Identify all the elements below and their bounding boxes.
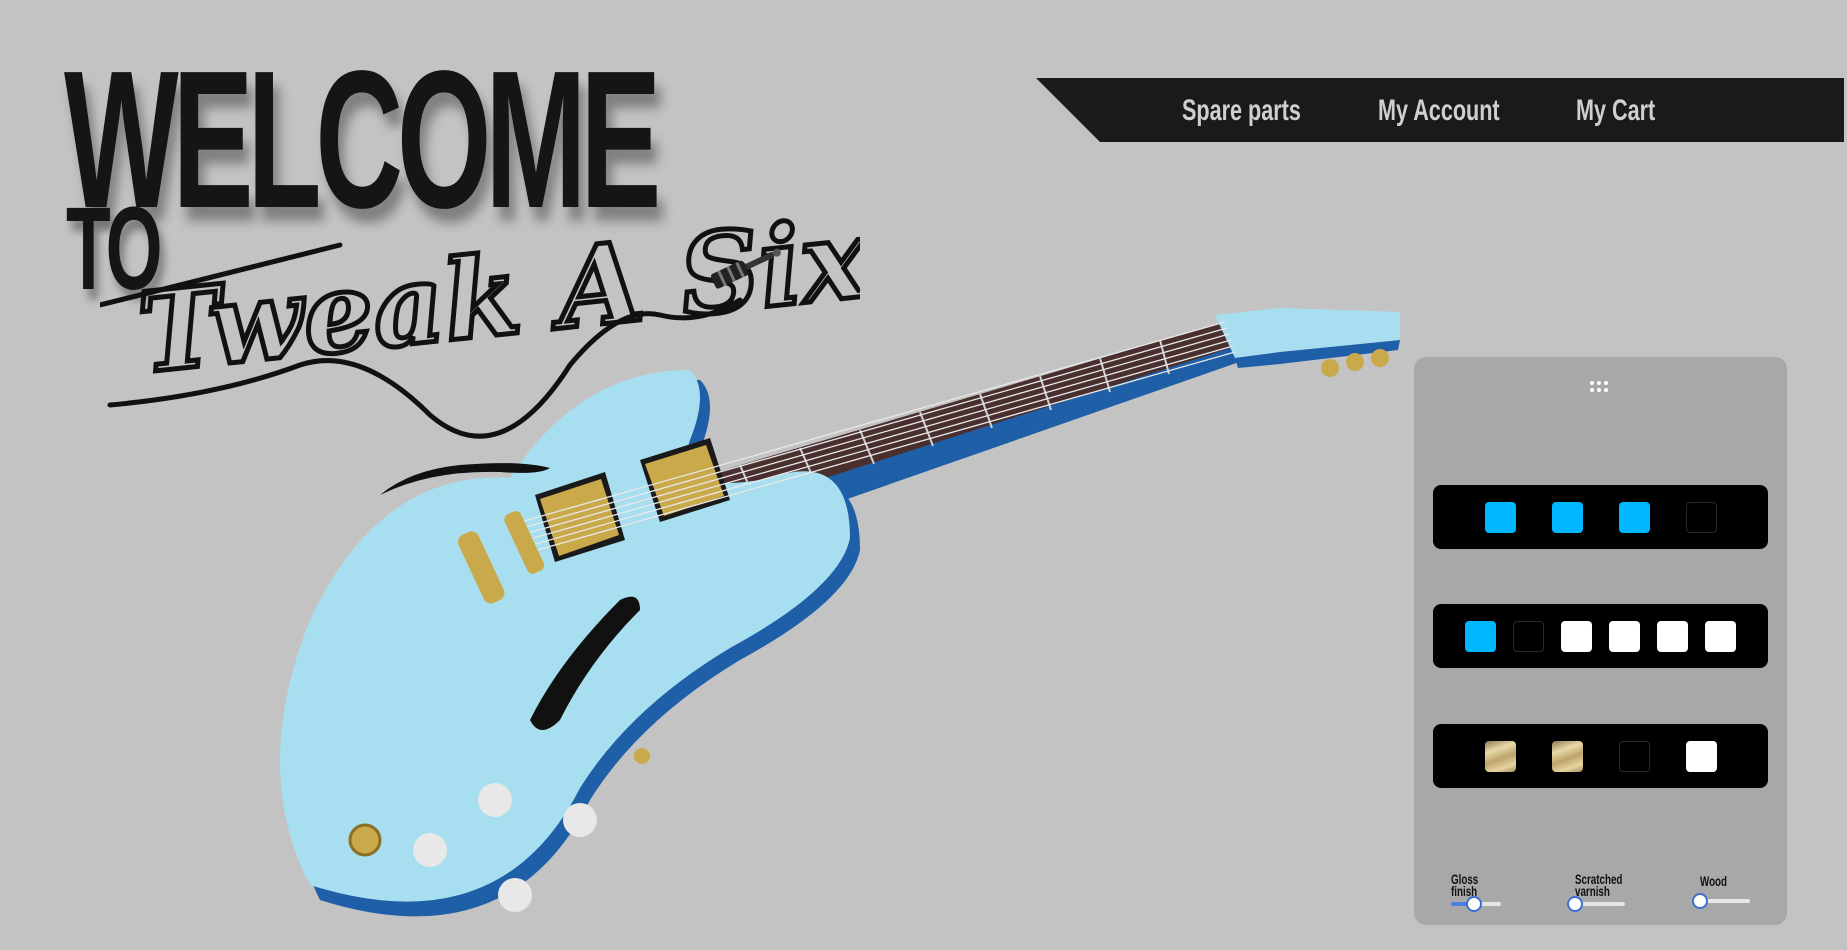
wood-thumb[interactable] [1692,893,1708,909]
scratched-varnish-thumb[interactable] [1567,896,1583,912]
swatch-binding-white-3[interactable] [1657,621,1688,652]
swatch-binding-blue[interactable] [1465,621,1496,652]
binding-color-swatches [1433,604,1768,668]
scratched-varnish-label: Scratched varnish [1575,871,1623,899]
body-color-swatches [1433,485,1768,549]
gloss-finish-label: Gloss finish [1451,871,1479,899]
customizer-panel: Gloss finish Scratched varnish Wood [1414,357,1787,925]
swatch-binding-black[interactable] [1513,621,1544,652]
drag-handle-icon[interactable] [1590,379,1612,395]
wood-slider[interactable] [1692,893,1750,909]
top-navbar: Spare parts My Account My Cart [1036,78,1844,142]
swatch-body-blue-2[interactable] [1552,502,1583,533]
swatch-hardware-black[interactable] [1619,741,1650,772]
swatch-binding-white-1[interactable] [1561,621,1592,652]
swatch-binding-white-2[interactable] [1609,621,1640,652]
wood-label: Wood [1700,873,1728,889]
swatch-hardware-gold-2[interactable] [1552,741,1583,772]
gloss-finish-thumb[interactable] [1465,896,1482,912]
guitar-model [280,308,1400,917]
swatch-hardware-white[interactable] [1686,741,1717,772]
swatch-body-blue-1[interactable] [1485,502,1516,533]
swatch-body-blue-3[interactable] [1619,502,1650,533]
swatch-body-black[interactable] [1686,502,1717,533]
swatch-hardware-gold-1[interactable] [1485,741,1516,772]
swatch-binding-white-4[interactable] [1705,621,1736,652]
output-jack [348,823,382,857]
nav-my-account[interactable]: My Account [1378,94,1500,128]
toggle-switch [634,748,650,764]
gloss-finish-slider[interactable] [1451,896,1501,912]
nav-my-cart[interactable]: My Cart [1576,94,1655,128]
scratched-varnish-slider[interactable] [1567,896,1625,912]
nav-spare-parts[interactable]: Spare parts [1182,94,1301,128]
hardware-finish-swatches [1433,724,1768,788]
